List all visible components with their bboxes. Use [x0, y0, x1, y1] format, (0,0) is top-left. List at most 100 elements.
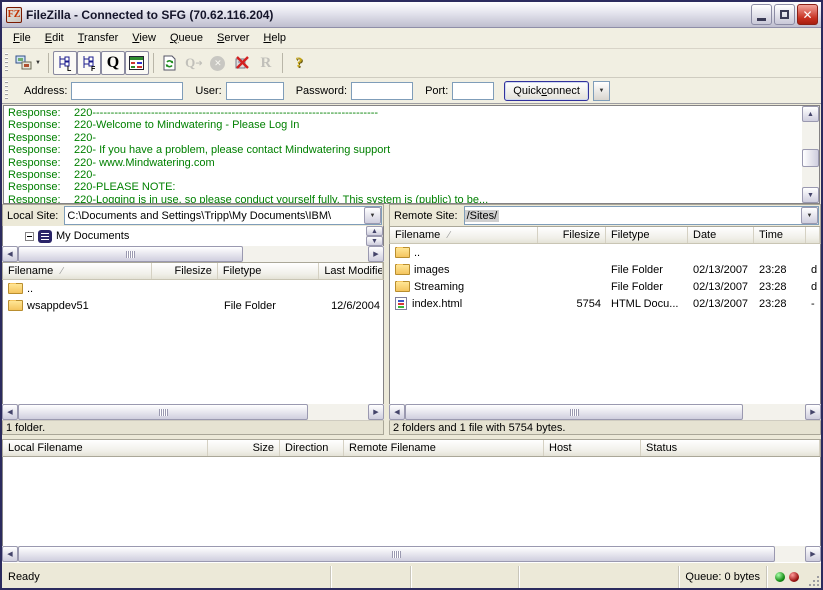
maximize-icon: [780, 10, 789, 19]
toggle-remote-tree-button[interactable]: F: [77, 51, 101, 75]
quickconnect-button[interactable]: Quickconnect: [504, 81, 589, 101]
message-log-lines[interactable]: Response:220----------------------------…: [4, 106, 802, 203]
local-col-filetype[interactable]: Filetype: [218, 263, 319, 279]
log-vertical-scrollbar[interactable]: ▲ ▼: [802, 106, 819, 203]
user-input[interactable]: [226, 82, 284, 100]
local-tree-scrollbar[interactable]: ▲ ▼: [366, 226, 383, 246]
local-list-hscrollbar[interactable]: ◀ ▶: [2, 404, 384, 420]
remote-site-combobox[interactable]: /Sites/ ▼: [464, 206, 819, 225]
cancel-button[interactable]: ✕: [206, 51, 230, 75]
queue-col-direction[interactable]: Direction: [280, 440, 344, 456]
menu-view[interactable]: View: [125, 30, 163, 46]
scroll-left-button[interactable]: ◀: [389, 404, 405, 420]
log-row: Response:220----------------------------…: [8, 107, 802, 119]
address-input[interactable]: [71, 82, 183, 100]
remote-row-streaming[interactable]: Streaming File Folder 02/13/2007 23:28 d: [390, 278, 820, 295]
maximize-button[interactable]: [774, 4, 795, 25]
scroll-track[interactable]: [18, 546, 805, 562]
scroll-track[interactable]: [802, 122, 819, 187]
toggle-local-tree-button[interactable]: L: [53, 51, 77, 75]
remote-list-hscrollbar[interactable]: ◀ ▶: [389, 404, 821, 420]
scroll-track[interactable]: [18, 404, 368, 420]
queue-col-local-filename[interactable]: Local Filename: [3, 440, 208, 456]
queue-col-host[interactable]: Host: [544, 440, 641, 456]
port-input[interactable]: [452, 82, 494, 100]
local-row-wsappdev51[interactable]: wsappdev51 File Folder 12/6/2004: [3, 297, 383, 314]
remote-file-list[interactable]: .. images File Folder 02/13/2007 23:28 d…: [389, 244, 821, 404]
disconnect-button[interactable]: [230, 51, 254, 75]
minimize-button[interactable]: [751, 4, 772, 25]
scroll-thumb[interactable]: [802, 149, 819, 167]
tree-item-my-documents[interactable]: My Documents: [3, 226, 366, 246]
tree-collapse-icon[interactable]: [25, 232, 34, 241]
quickconnect-bar: Address: User: Password: Port: Quickconn…: [2, 78, 821, 104]
scroll-down-button[interactable]: ▼: [366, 236, 383, 246]
remote-col-time[interactable]: Time: [754, 227, 806, 243]
remote-row-parent[interactable]: ..: [390, 244, 820, 261]
menu-edit[interactable]: Edit: [38, 30, 71, 46]
help-button[interactable]: ?: [287, 51, 311, 75]
scroll-up-button[interactable]: ▲: [802, 106, 819, 122]
remote-col-date[interactable]: Date: [688, 227, 754, 243]
queue-col-size[interactable]: Size: [208, 440, 280, 456]
scroll-left-button[interactable]: ◀: [2, 546, 18, 562]
local-file-list[interactable]: .. wsappdev51 File Folder 12/6/2004: [2, 280, 384, 404]
scroll-thumb[interactable]: [18, 246, 243, 262]
remote-row-index-html[interactable]: index.html 5754 HTML Docu... 02/13/2007 …: [390, 295, 820, 312]
toggle-queue-button[interactable]: Q: [101, 51, 125, 75]
scroll-right-button[interactable]: ▶: [368, 246, 384, 262]
menu-file[interactable]: File: [6, 30, 38, 46]
local-list-header: Filename∕ Filesize Filetype Last Modifie…: [2, 262, 384, 280]
window-title: FileZilla - Connected to SFG (70.62.116.…: [26, 8, 751, 22]
local-tree-hscrollbar[interactable]: ◀ ▶: [2, 246, 384, 262]
site-manager-button[interactable]: ▼: [12, 51, 44, 75]
remote-site-path: /Sites/: [465, 210, 500, 222]
remote-row-images[interactable]: images File Folder 02/13/2007 23:28 d: [390, 261, 820, 278]
remote-site-dropdown-button[interactable]: ▼: [801, 207, 818, 224]
menu-server[interactable]: Server: [210, 30, 256, 46]
scroll-left-button[interactable]: ◀: [2, 404, 18, 420]
process-queue-button[interactable]: Q ➜: [182, 51, 206, 75]
local-col-modified[interactable]: Last Modified: [319, 263, 383, 279]
scroll-thumb[interactable]: [18, 404, 308, 420]
remote-col-filetype[interactable]: Filetype: [606, 227, 688, 243]
filezilla-app-icon: FZ: [6, 7, 22, 23]
local-col-filesize[interactable]: Filesize: [152, 263, 218, 279]
scroll-track[interactable]: [405, 404, 805, 420]
refresh-button[interactable]: [158, 51, 182, 75]
remote-col-filesize[interactable]: Filesize: [538, 227, 606, 243]
scroll-right-button[interactable]: ▶: [368, 404, 384, 420]
scroll-track[interactable]: [18, 246, 368, 262]
toolbar-grip[interactable]: [5, 53, 8, 73]
resize-grip[interactable]: [807, 574, 821, 588]
queue-hscrollbar[interactable]: ◀ ▶: [2, 546, 821, 562]
menu-queue[interactable]: Queue: [163, 30, 210, 46]
scroll-thumb[interactable]: [18, 546, 775, 562]
password-input[interactable]: [351, 82, 413, 100]
reconnect-button[interactable]: R: [254, 51, 278, 75]
scroll-up-button[interactable]: ▲: [366, 226, 383, 236]
local-site-combobox[interactable]: C:\Documents and Settings\Tripp\My Docum…: [64, 206, 382, 225]
remote-site-label: Remote Site:: [391, 210, 461, 222]
scroll-down-button[interactable]: ▼: [802, 187, 819, 203]
queue-col-status[interactable]: Status: [641, 440, 820, 456]
local-site-dropdown-button[interactable]: ▼: [364, 207, 381, 224]
scroll-thumb[interactable]: [405, 404, 743, 420]
quickconnect-grip[interactable]: [5, 81, 8, 101]
local-row-parent[interactable]: ..: [3, 280, 383, 297]
menu-help[interactable]: Help: [256, 30, 293, 46]
close-button[interactable]: ✕: [797, 4, 818, 25]
quickconnect-dropdown-button[interactable]: ▼: [593, 81, 610, 101]
scroll-right-button[interactable]: ▶: [805, 404, 821, 420]
menu-transfer[interactable]: Transfer: [71, 30, 126, 46]
queue-col-remote-filename[interactable]: Remote Filename: [344, 440, 544, 456]
remote-col-filename[interactable]: Filename∕: [390, 227, 538, 243]
local-col-filename[interactable]: Filename∕: [3, 263, 152, 279]
toggle-message-log-button[interactable]: [125, 51, 149, 75]
password-label: Password:: [296, 85, 347, 97]
remote-col-permissions[interactable]: [806, 227, 820, 243]
queue-list[interactable]: [2, 457, 821, 546]
title-bar[interactable]: FZ FileZilla - Connected to SFG (70.62.1…: [2, 2, 821, 28]
scroll-left-button[interactable]: ◀: [2, 246, 18, 262]
scroll-right-button[interactable]: ▶: [805, 546, 821, 562]
